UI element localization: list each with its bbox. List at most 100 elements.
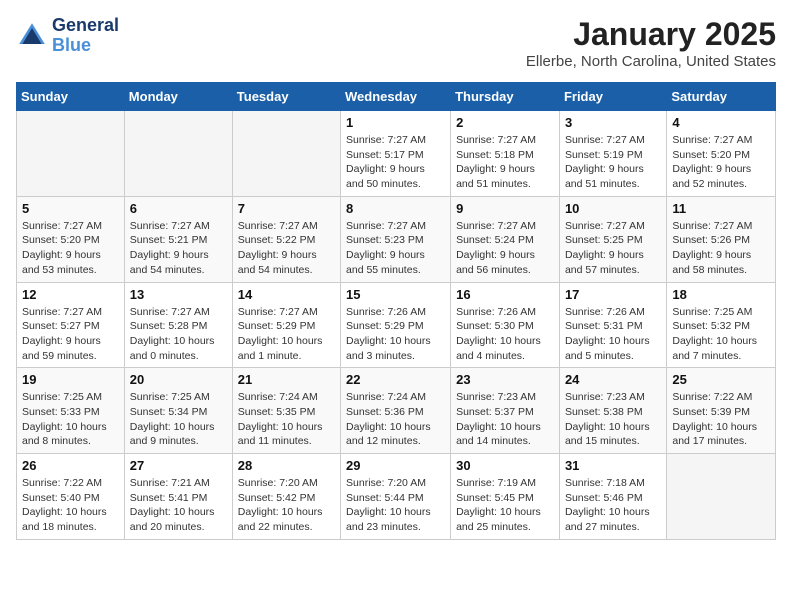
day-number: 19	[22, 372, 119, 387]
calendar-table: SundayMondayTuesdayWednesdayThursdayFrid…	[16, 82, 776, 540]
calendar-week-5: 26Sunrise: 7:22 AM Sunset: 5:40 PM Dayli…	[17, 454, 776, 540]
calendar-cell: 20Sunrise: 7:25 AM Sunset: 5:34 PM Dayli…	[124, 368, 232, 454]
day-info: Sunrise: 7:23 AM Sunset: 5:37 PM Dayligh…	[456, 390, 554, 449]
day-number: 28	[238, 458, 335, 473]
calendar-cell: 14 Sunrise: 7:27 AM Sunset: 5:29 PM Dayli…	[232, 282, 340, 368]
calendar-cell: 30 Sunrise: 7:19 AM Sunset: 5:45 PM Dayli…	[451, 454, 560, 540]
day-number: 16	[456, 287, 554, 302]
title-block: January 2025 Ellerbe, North Carolina, Un…	[526, 16, 776, 70]
logo: General Blue	[16, 16, 119, 56]
calendar-cell: 28 Sunrise: 7:20 AM Sunset: 5:42 PM Dayli…	[232, 454, 340, 540]
weekday-header-friday: Friday	[559, 83, 666, 111]
day-info: Sunrise: 7:27 AM Sunset: 5:22 PM Dayligh…	[238, 219, 335, 278]
month-title: January 2025	[526, 16, 776, 53]
day-info: Sunrise: 7:27 AM Sunset: 5:17 PM Dayligh…	[346, 133, 445, 192]
calendar-cell: 2 Sunrise: 7:27 AM Sunset: 5:18 PM Daylig…	[451, 111, 560, 197]
day-number: 3	[565, 115, 661, 130]
day-number: 10	[565, 201, 661, 216]
calendar-cell: 7 Sunrise: 7:27 AM Sunset: 5:22 PM Daylig…	[232, 196, 340, 282]
day-info: Sunrise: 7:24 AM Sunset: 5:36 PM Dayligh…	[346, 390, 445, 449]
weekday-header-wednesday: Wednesday	[341, 83, 451, 111]
weekday-header-tuesday: Tuesday	[232, 83, 340, 111]
day-info: Sunrise: 7:20 AM Sunset: 5:42 PM Dayligh…	[238, 476, 335, 535]
calendar-cell: 15Sunrise: 7:26 AM Sunset: 5:29 PM Dayli…	[341, 282, 451, 368]
calendar-cell: 27 Sunrise: 7:21 AM Sunset: 5:41 PM Dayli…	[124, 454, 232, 540]
day-number: 8	[346, 201, 445, 216]
calendar-cell	[124, 111, 232, 197]
logo-icon	[16, 20, 48, 52]
calendar-week-2: 5 Sunrise: 7:27 AM Sunset: 5:20 PM Daylig…	[17, 196, 776, 282]
calendar-cell: 23Sunrise: 7:23 AM Sunset: 5:37 PM Dayli…	[451, 368, 560, 454]
calendar-cell: 13Sunrise: 7:27 AM Sunset: 5:28 PM Dayli…	[124, 282, 232, 368]
calendar-week-3: 12 Sunrise: 7:27 AM Sunset: 5:27 PM Dayli…	[17, 282, 776, 368]
day-info: Sunrise: 7:27 AM Sunset: 5:23 PM Dayligh…	[346, 219, 445, 278]
day-info: Sunrise: 7:25 AM Sunset: 5:33 PM Dayligh…	[22, 390, 119, 449]
calendar-cell: 12 Sunrise: 7:27 AM Sunset: 5:27 PM Dayli…	[17, 282, 125, 368]
day-number: 7	[238, 201, 335, 216]
day-number: 24	[565, 372, 661, 387]
calendar-cell: 3 Sunrise: 7:27 AM Sunset: 5:19 PM Daylig…	[559, 111, 666, 197]
calendar-cell	[667, 454, 776, 540]
day-number: 12	[22, 287, 119, 302]
page-header: General Blue January 2025 Ellerbe, North…	[16, 16, 776, 70]
location: Ellerbe, North Carolina, United States	[526, 53, 776, 70]
day-info: Sunrise: 7:27 AM Sunset: 5:28 PM Dayligh…	[130, 305, 227, 364]
weekday-header-saturday: Saturday	[667, 83, 776, 111]
day-info: Sunrise: 7:25 AM Sunset: 5:32 PM Dayligh…	[672, 305, 770, 364]
day-info: Sunrise: 7:20 AM Sunset: 5:44 PM Dayligh…	[346, 476, 445, 535]
day-number: 4	[672, 115, 770, 130]
day-info: Sunrise: 7:27 AM Sunset: 5:21 PM Dayligh…	[130, 219, 227, 278]
day-info: Sunrise: 7:22 AM Sunset: 5:39 PM Dayligh…	[672, 390, 770, 449]
calendar-cell: 16 Sunrise: 7:26 AM Sunset: 5:30 PM Dayli…	[451, 282, 560, 368]
day-number: 15	[346, 287, 445, 302]
day-number: 26	[22, 458, 119, 473]
calendar-cell: 10 Sunrise: 7:27 AM Sunset: 5:25 PM Dayli…	[559, 196, 666, 282]
weekday-header-sunday: Sunday	[17, 83, 125, 111]
weekday-header-row: SundayMondayTuesdayWednesdayThursdayFrid…	[17, 83, 776, 111]
day-info: Sunrise: 7:24 AM Sunset: 5:35 PM Dayligh…	[238, 390, 335, 449]
calendar-cell: 29Sunrise: 7:20 AM Sunset: 5:44 PM Dayli…	[341, 454, 451, 540]
calendar-cell: 8 Sunrise: 7:27 AM Sunset: 5:23 PM Daylig…	[341, 196, 451, 282]
day-number: 30	[456, 458, 554, 473]
weekday-header-monday: Monday	[124, 83, 232, 111]
calendar-cell: 11 Sunrise: 7:27 AM Sunset: 5:26 PM Dayli…	[667, 196, 776, 282]
calendar-cell: 18 Sunrise: 7:25 AM Sunset: 5:32 PM Dayli…	[667, 282, 776, 368]
day-number: 14	[238, 287, 335, 302]
day-info: Sunrise: 7:25 AM Sunset: 5:34 PM Dayligh…	[130, 390, 227, 449]
calendar-week-4: 19 Sunrise: 7:25 AM Sunset: 5:33 PM Dayli…	[17, 368, 776, 454]
calendar-cell: 31Sunrise: 7:18 AM Sunset: 5:46 PM Dayli…	[559, 454, 666, 540]
day-number: 21	[238, 372, 335, 387]
calendar-cell: 26Sunrise: 7:22 AM Sunset: 5:40 PM Dayli…	[17, 454, 125, 540]
day-info: Sunrise: 7:27 AM Sunset: 5:18 PM Dayligh…	[456, 133, 554, 192]
logo-text: General Blue	[52, 16, 119, 56]
day-number: 27	[130, 458, 227, 473]
day-info: Sunrise: 7:27 AM Sunset: 5:19 PM Dayligh…	[565, 133, 661, 192]
day-number: 18	[672, 287, 770, 302]
day-info: Sunrise: 7:27 AM Sunset: 5:25 PM Dayligh…	[565, 219, 661, 278]
day-number: 11	[672, 201, 770, 216]
day-info: Sunrise: 7:21 AM Sunset: 5:41 PM Dayligh…	[130, 476, 227, 535]
day-number: 17	[565, 287, 661, 302]
day-number: 5	[22, 201, 119, 216]
calendar-cell: 19 Sunrise: 7:25 AM Sunset: 5:33 PM Dayli…	[17, 368, 125, 454]
day-info: Sunrise: 7:27 AM Sunset: 5:29 PM Dayligh…	[238, 305, 335, 364]
day-number: 9	[456, 201, 554, 216]
day-number: 2	[456, 115, 554, 130]
day-info: Sunrise: 7:27 AM Sunset: 5:20 PM Dayligh…	[22, 219, 119, 278]
day-number: 1	[346, 115, 445, 130]
calendar-week-1: 1 Sunrise: 7:27 AM Sunset: 5:17 PM Daylig…	[17, 111, 776, 197]
day-number: 25	[672, 372, 770, 387]
day-info: Sunrise: 7:26 AM Sunset: 5:31 PM Dayligh…	[565, 305, 661, 364]
day-info: Sunrise: 7:26 AM Sunset: 5:30 PM Dayligh…	[456, 305, 554, 364]
day-info: Sunrise: 7:27 AM Sunset: 5:20 PM Dayligh…	[672, 133, 770, 192]
calendar-cell: 4 Sunrise: 7:27 AM Sunset: 5:20 PM Daylig…	[667, 111, 776, 197]
day-info: Sunrise: 7:27 AM Sunset: 5:26 PM Dayligh…	[672, 219, 770, 278]
calendar-cell: 6Sunrise: 7:27 AM Sunset: 5:21 PM Daylig…	[124, 196, 232, 282]
day-info: Sunrise: 7:23 AM Sunset: 5:38 PM Dayligh…	[565, 390, 661, 449]
calendar-cell	[17, 111, 125, 197]
calendar-cell: 21 Sunrise: 7:24 AM Sunset: 5:35 PM Dayli…	[232, 368, 340, 454]
day-info: Sunrise: 7:19 AM Sunset: 5:45 PM Dayligh…	[456, 476, 554, 535]
day-info: Sunrise: 7:27 AM Sunset: 5:27 PM Dayligh…	[22, 305, 119, 364]
calendar-cell: 24 Sunrise: 7:23 AM Sunset: 5:38 PM Dayli…	[559, 368, 666, 454]
calendar-cell: 5 Sunrise: 7:27 AM Sunset: 5:20 PM Daylig…	[17, 196, 125, 282]
